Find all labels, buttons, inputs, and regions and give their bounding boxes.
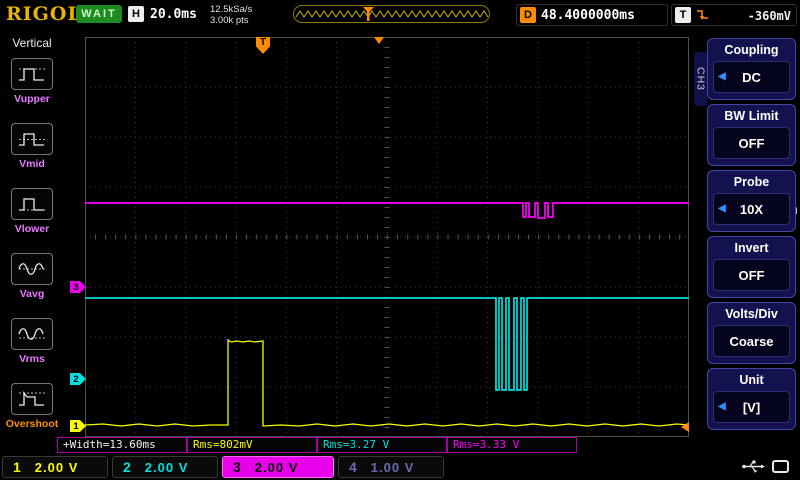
delay-value[interactable]: 48.4000000ms: [541, 8, 635, 23]
ch1-ground-marker[interactable]: 1: [70, 420, 86, 432]
measure-item-overshoot[interactable]: Overshoot: [0, 383, 64, 430]
horizontal-label: H: [128, 6, 144, 22]
vrms-icon: [11, 318, 53, 350]
measure-label: Vmid: [19, 158, 45, 170]
usb-icon: [741, 459, 765, 479]
acquisition-info: 12.5kSa/s 3.00k pts: [210, 4, 252, 26]
measure-item-vlower[interactable]: Vlower: [0, 188, 64, 235]
ch2-ground-marker[interactable]: 2: [70, 373, 86, 385]
waveform-display: T: [85, 37, 689, 437]
channel-number: 2: [123, 459, 131, 475]
timebase-value[interactable]: 20.0ms: [150, 7, 197, 22]
delay-section: D 48.4000000ms: [516, 4, 668, 26]
measure-item-vavg[interactable]: Vavg: [0, 253, 64, 300]
softkey-title: Invert: [734, 241, 769, 255]
channel-number: 3: [233, 459, 241, 475]
softkey-coupling[interactable]: Coupling ◀ DC: [707, 38, 796, 100]
trigger-level-value[interactable]: -360mV: [748, 9, 791, 23]
softkey-value[interactable]: ◀ 10X: [713, 193, 790, 225]
channel-3-status[interactable]: 3 2.00 V: [222, 456, 334, 478]
softkey-value[interactable]: OFF: [713, 259, 790, 291]
ch3-trace: [85, 202, 689, 219]
falling-edge-icon: [697, 10, 708, 20]
measure-label: Vlower: [14, 223, 50, 235]
overshoot-icon: [11, 383, 53, 415]
channel-number: 1: [13, 459, 21, 475]
measure-label: Overshoot: [5, 418, 59, 430]
channel-scale: 1.00 V: [370, 459, 415, 475]
softkey-title: Volts/Div: [725, 307, 778, 321]
softkey-volts-div[interactable]: Volts/Div Coarse: [707, 302, 796, 364]
measure-label: Vavg: [19, 288, 45, 300]
usb-device-icon: [772, 460, 789, 473]
softkey-title: Unit: [739, 373, 764, 387]
softkey-title: BW Limit: [724, 109, 779, 123]
measure-label: Vupper: [14, 93, 50, 105]
screen-center-marker-icon: [374, 37, 384, 44]
softkey-value-text: [V]: [742, 399, 761, 415]
delay-label: D: [520, 7, 536, 23]
run-status-badge: WAIT: [76, 5, 122, 23]
left-arrow-icon: ◀: [718, 203, 726, 214]
measurement-readout-width: +Width=13.60ms: [57, 437, 187, 453]
left-arrow-icon: ◀: [718, 401, 726, 412]
channel-scale: 2.00 V: [254, 459, 299, 475]
left-arrow-icon: ◀: [718, 71, 726, 82]
softkey-title: Coupling: [724, 43, 779, 57]
measurement-readout-rms-ch3: Rms=3.33 V: [447, 437, 577, 453]
measurement-readout-rms-ch2: Rms=3.27 V: [317, 437, 447, 453]
ch3-ground-marker[interactable]: 3: [70, 281, 86, 293]
horizontal-position-indicator: [293, 5, 490, 23]
channel-4-status[interactable]: 4 1.00 V: [338, 456, 444, 478]
measure-label: Vrms: [19, 353, 45, 365]
softkey-unit[interactable]: Unit ◀ [V]: [707, 368, 796, 430]
softkey-invert[interactable]: Invert OFF: [707, 236, 796, 298]
ch2-trace: [85, 297, 689, 391]
softkey-value-text: 10X: [739, 201, 764, 217]
softkey-value[interactable]: ◀ [V]: [713, 391, 790, 423]
measure-item-vupper[interactable]: Vupper: [0, 58, 64, 105]
rigol-logo: RIGOL: [6, 3, 82, 25]
trigger-section: T -360mV: [671, 4, 797, 26]
scope-grid: [85, 37, 689, 437]
menu-tab-ch3[interactable]: CH3: [694, 52, 707, 106]
vavg-icon: [11, 253, 53, 285]
softkey-title: Probe: [733, 175, 770, 189]
measurement-readout-rms-ch1: Rms=802mV: [187, 437, 317, 453]
channel-2-status[interactable]: 2 2.00 V: [112, 456, 218, 478]
left-menu-title: Vertical: [12, 36, 52, 50]
softkey-value-text: Coarse: [729, 333, 774, 349]
softkey-value-text: DC: [742, 69, 761, 85]
sample-rate: 12.5kSa/s: [210, 4, 253, 15]
channel-1-status[interactable]: 1 2.00 V: [2, 456, 108, 478]
vlower-icon: [11, 188, 53, 220]
trigger-level-marker[interactable]: [681, 422, 689, 432]
measure-item-vrms[interactable]: Vrms: [0, 318, 64, 365]
channel-scale: 2.00 V: [34, 459, 79, 475]
vupper-icon: [11, 58, 53, 90]
vmid-icon: [11, 123, 53, 155]
trigger-label: T: [675, 7, 691, 23]
softkey-value-text: OFF: [738, 135, 765, 151]
measure-item-vmid[interactable]: Vmid: [0, 123, 64, 170]
softkey-probe[interactable]: Probe ◀ 10X: [707, 170, 796, 232]
channel-number: 4: [349, 459, 357, 475]
softkey-bw-limit[interactable]: BW Limit OFF: [707, 104, 796, 166]
waveform-overview-icon: [295, 7, 489, 21]
softkey-value[interactable]: Coarse: [713, 325, 790, 357]
softkey-value-text: OFF: [738, 267, 765, 283]
softkey-value[interactable]: ◀ DC: [713, 61, 790, 93]
channel-scale: 2.00 V: [144, 459, 189, 475]
softkey-value[interactable]: OFF: [713, 127, 790, 159]
memory-depth: 3.00k pts: [210, 15, 249, 26]
